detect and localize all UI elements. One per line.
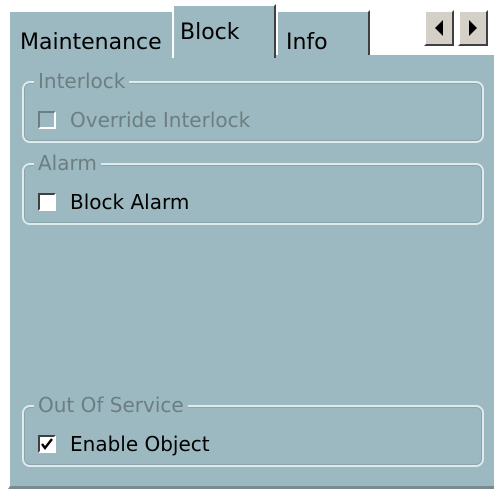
scroll-left-button[interactable]: [424, 10, 454, 46]
override-interlock-row: Override Interlock: [38, 107, 250, 133]
override-interlock-checkbox[interactable]: [38, 111, 56, 129]
enable-object-checkbox[interactable]: [38, 435, 56, 453]
block-alarm-row: Block Alarm: [38, 189, 189, 215]
tab-info[interactable]: Info: [276, 10, 370, 56]
tab-scroll-controls: [424, 10, 494, 46]
block-alarm-checkbox[interactable]: [38, 193, 56, 211]
block-tab-panel: Interlock Override Interlock Alarm Block…: [8, 55, 494, 489]
out-of-service-group: Out Of Service Enable Object: [22, 393, 484, 467]
tab-block-label: Block: [180, 20, 240, 45]
tab-strip: Maintenance Block Info: [0, 0, 494, 58]
scroll-right-button[interactable]: [458, 10, 488, 46]
tab-maintenance[interactable]: Maintenance: [8, 10, 174, 56]
alarm-group: Alarm Block Alarm: [22, 151, 484, 225]
block-alarm-label: Block Alarm: [70, 190, 190, 214]
override-interlock-label: Override Interlock: [70, 108, 251, 132]
block-properties-window: Maintenance Block Info Interlock Overrid…: [0, 0, 494, 497]
tab-info-label: Info: [286, 30, 328, 55]
out-of-service-group-title: Out Of Service: [34, 393, 188, 417]
tab-maintenance-label: Maintenance: [20, 30, 162, 55]
interlock-group-title: Interlock: [34, 69, 130, 93]
enable-object-row: Enable Object: [38, 431, 210, 457]
alarm-group-title: Alarm: [34, 151, 101, 175]
interlock-group: Interlock Override Interlock: [22, 69, 484, 143]
enable-object-label: Enable Object: [70, 432, 210, 456]
tab-block[interactable]: Block: [172, 4, 276, 58]
